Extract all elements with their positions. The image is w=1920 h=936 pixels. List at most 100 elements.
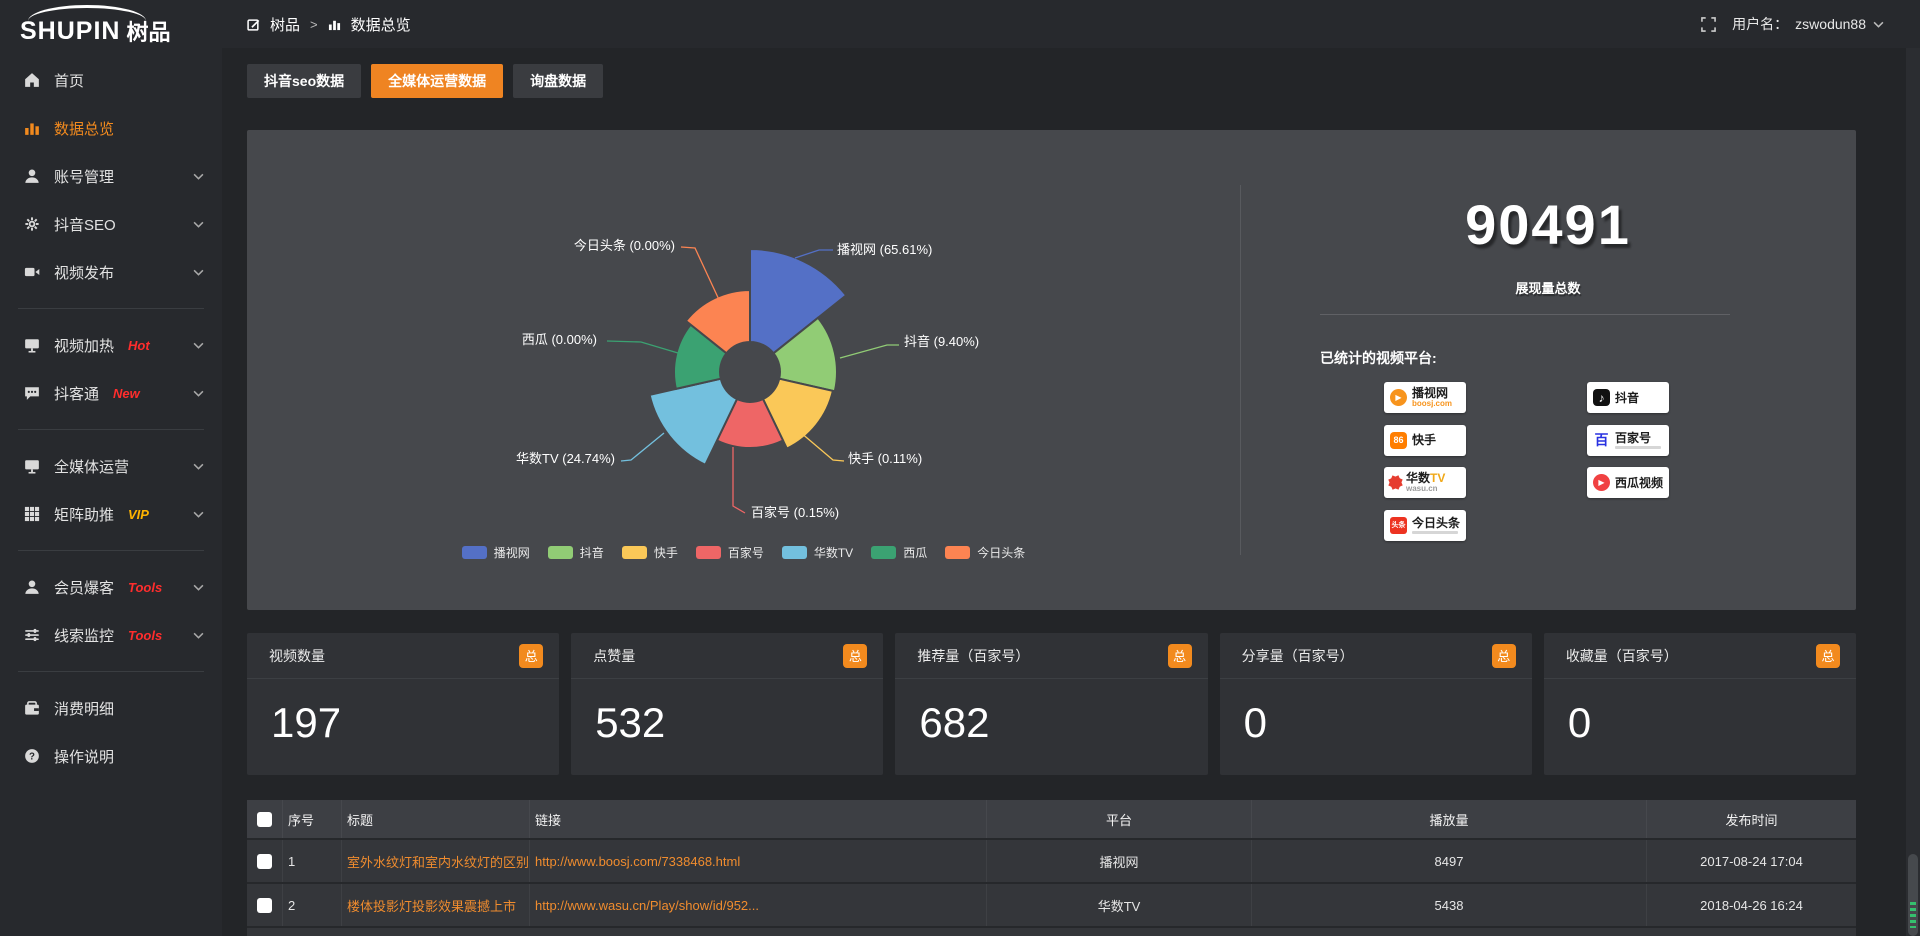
stat-card-value: 0: [1244, 699, 1532, 747]
legend-label: 今日头条: [977, 544, 1025, 561]
cell-link[interactable]: http://www.wasu.cn/Play/show/id/952...: [535, 898, 759, 913]
chevron-down-icon: [193, 511, 204, 518]
stat-card-header: 收藏量（百家号）总: [1544, 633, 1856, 679]
sidebar-item-monitor-9[interactable]: 全媒体运营: [0, 442, 222, 490]
page-scrollbar[interactable]: [1906, 48, 1920, 936]
breadcrumb-current[interactable]: 数据总览: [351, 14, 411, 35]
platform-name: 西瓜视频: [1615, 477, 1663, 489]
chart-icon: [24, 120, 40, 136]
fullscreen-icon[interactable]: [1701, 17, 1716, 32]
tab-1[interactable]: 全媒体运营数据: [371, 64, 503, 98]
legend-swatch: [782, 546, 807, 559]
boosj-logo-icon: ▶: [1390, 389, 1407, 406]
edit-square-icon: [247, 18, 260, 31]
legend-item-3[interactable]: 百家号: [696, 544, 764, 561]
legend-item-2[interactable]: 快手: [622, 544, 678, 561]
user-menu[interactable]: 用户名：zswodun88: [1732, 14, 1884, 34]
sidebar-item-tag: New: [113, 386, 140, 401]
stat-card-header: 推荐量（百家号）总: [895, 633, 1207, 679]
sidebar-nav: 首页数据总览账号管理抖音SEO 视频发布视频加热Hot抖客通New 全媒体运营矩阵助…: [0, 48, 222, 936]
summary-panel: 90491 展现量总数 已统计的视频平台: ▶播视网boosj.com86快手华…: [1240, 130, 1856, 610]
stat-card-title: 收藏量（百家号）: [1566, 646, 1678, 666]
column-header-4[interactable]: 播放量: [1429, 810, 1468, 829]
select-all-checkbox[interactable]: [257, 812, 272, 827]
platform-name: 华数: [1406, 471, 1430, 485]
row-checkbox[interactable]: [257, 898, 272, 913]
sidebar-item-chat-7[interactable]: 抖客通New: [0, 369, 222, 417]
column-header-5[interactable]: 发布时间: [1725, 810, 1777, 829]
stat-card-value: 532: [595, 699, 883, 747]
logo-arc-decoration: [28, 5, 146, 21]
cell-time: 2018-04-26 16:24: [1700, 898, 1803, 913]
scrollbar-thumb[interactable]: [1908, 854, 1918, 936]
sidebar-item-monitor-6[interactable]: 视频加热Hot: [0, 321, 222, 369]
pie-label: 今日头条 (0.00%): [574, 238, 675, 253]
tab-0[interactable]: 抖音seo数据: [247, 64, 361, 98]
platform-name: 播视网: [1412, 387, 1452, 399]
chat-icon: [24, 385, 40, 401]
cell-no: 2: [288, 898, 295, 913]
platform-subline: [1412, 531, 1458, 534]
sidebar-item-tag: Hot: [128, 338, 150, 353]
legend-swatch: [462, 546, 487, 559]
chevron-down-icon: [193, 269, 204, 276]
row-checkbox[interactable]: [257, 854, 272, 869]
sidebar-item-label: 首页: [54, 70, 84, 91]
legend-item-4[interactable]: 华数TV: [782, 544, 853, 561]
legend-item-5[interactable]: 西瓜: [871, 544, 927, 561]
platform-badge-baijiahao: 百百家号: [1587, 425, 1669, 456]
sidebar-item-user-12[interactable]: 会员爆客Tools: [0, 563, 222, 611]
total-badge: 总: [519, 644, 543, 668]
legend-label: 西瓜: [903, 544, 927, 561]
legend-item-0[interactable]: 播视网: [462, 544, 530, 561]
sidebar-item-sliders-13[interactable]: 线索监控Tools: [0, 611, 222, 659]
sidebar-item-home-0[interactable]: 首页: [0, 56, 222, 104]
breadcrumb-home[interactable]: 树品: [270, 14, 300, 35]
wasu-logo-icon: [1390, 477, 1401, 488]
stat-card-0: 视频数量总197: [247, 633, 559, 775]
stat-card-1: 点赞量总 532: [571, 633, 883, 775]
sidebar-item-label: 视频发布: [54, 262, 114, 283]
column-header-2[interactable]: 链接: [535, 810, 561, 829]
sidebar-item-question-16[interactable]: ?操作说明: [0, 732, 222, 780]
stat-card-header: 点赞量总: [571, 633, 883, 679]
sidebar-item-label: 全媒体运营: [54, 456, 129, 477]
column-header-3[interactable]: 平台: [1106, 810, 1132, 829]
pie-slice-4[interactable]: [650, 379, 737, 465]
legend-swatch: [945, 546, 970, 559]
column-header-0[interactable]: 序号: [288, 810, 314, 829]
tab-2[interactable]: 询盘数据: [513, 64, 603, 98]
sliders-icon: [24, 627, 40, 643]
column-header-1[interactable]: 标题: [347, 810, 373, 829]
legend-swatch: [622, 546, 647, 559]
pie-leader-line: [621, 433, 664, 461]
legend-item-1[interactable]: 抖音: [548, 544, 604, 561]
legend-label: 华数TV: [814, 544, 853, 561]
stat-card-value: 0: [1568, 699, 1856, 747]
brand-logo: SHUPIN 树品: [20, 4, 210, 44]
sidebar-divider: [18, 671, 204, 672]
legend-label: 百家号: [728, 544, 764, 561]
cell-title[interactable]: 室外水纹灯和室内水纹灯的区别和简介: [347, 852, 530, 871]
cell-link[interactable]: http://www.boosj.com/7338468.html: [535, 854, 740, 869]
stat-card-value: 197: [271, 699, 559, 747]
platform-badge-wasu: 华数TVwasu.cn: [1384, 467, 1466, 498]
legend-item-6[interactable]: 今日头条: [945, 544, 1025, 561]
cell-title[interactable]: 楼体投影灯投影效果震撼上市: [347, 896, 516, 915]
baijiahao-logo-icon: 百: [1593, 432, 1610, 449]
stat-card-title: 推荐量（百家号）: [917, 646, 1029, 666]
total-badge: 总: [843, 644, 867, 668]
sidebar-item-grid-10[interactable]: 矩阵助推VIP: [0, 490, 222, 538]
sidebar-item-wallet-15[interactable]: 消费明细: [0, 684, 222, 732]
sidebar-item-chart-1[interactable]: 数据总览: [0, 104, 222, 152]
pie-leader-line: [607, 341, 678, 353]
stat-card-4: 收藏量（百家号）总 0: [1544, 633, 1856, 775]
legend-label: 播视网: [494, 544, 530, 561]
platform-name: 今日头条: [1412, 517, 1460, 529]
sidebar-item-video-4[interactable]: 视频发布: [0, 248, 222, 296]
sidebar-item-user-2[interactable]: 账号管理: [0, 152, 222, 200]
sidebar-item-label: 账号管理: [54, 166, 114, 187]
platform-subline: [1615, 446, 1661, 449]
platform-badge-boosj: ▶播视网boosj.com: [1384, 382, 1466, 413]
sidebar-item-gear-3[interactable]: 抖音SEO: [0, 200, 222, 248]
